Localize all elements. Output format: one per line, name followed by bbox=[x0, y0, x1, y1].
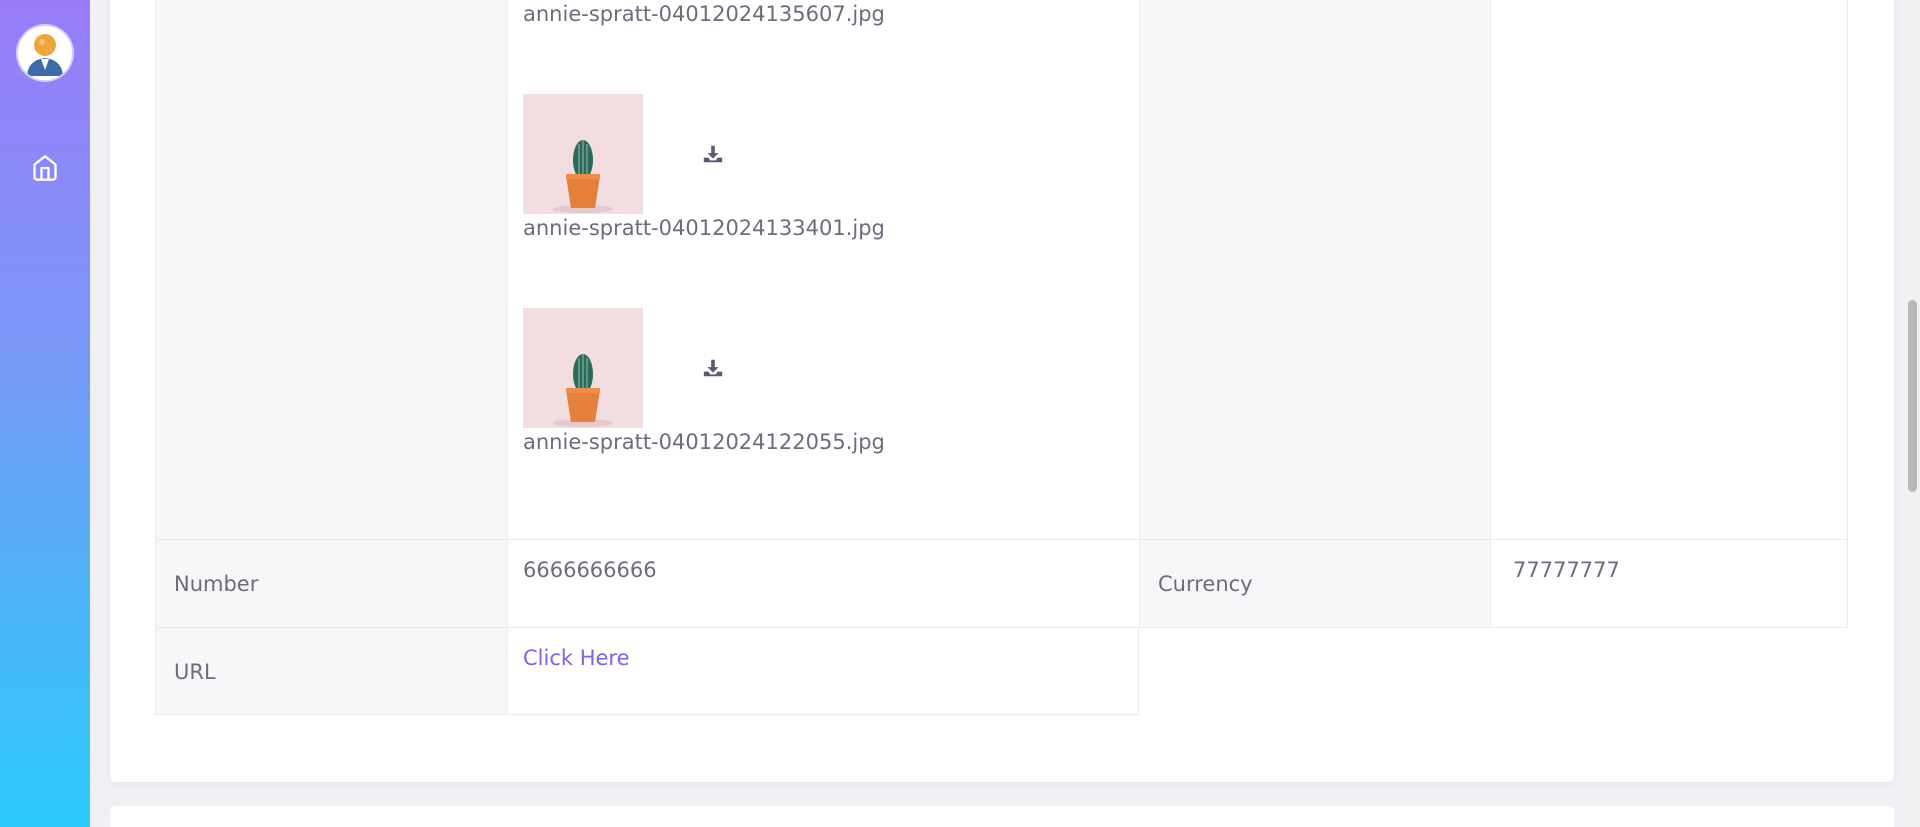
currency-label: Currency bbox=[1158, 572, 1253, 596]
attachment-filename: annie-spratt-04012024135607.jpg bbox=[523, 2, 885, 26]
scrollbar[interactable] bbox=[1904, 0, 1920, 827]
download-icon[interactable] bbox=[702, 143, 724, 165]
nav-home[interactable] bbox=[27, 150, 63, 186]
details-table: annie-spratt-04012024135607.jpg annie-sp… bbox=[155, 0, 1848, 715]
number-value-cell: 6666666666 bbox=[507, 540, 1139, 628]
next-card bbox=[110, 806, 1894, 827]
number-label: Number bbox=[174, 572, 259, 596]
currency-label-cell: Currency bbox=[1139, 540, 1490, 628]
user-avatar-icon bbox=[18, 26, 72, 80]
currency-value: 77777777 bbox=[1513, 558, 1620, 582]
url-link[interactable]: Click Here bbox=[523, 646, 630, 670]
url-value-cell: Click Here bbox=[507, 628, 1139, 715]
empty-label-cell bbox=[1139, 0, 1490, 540]
attachments-label-cell bbox=[155, 0, 507, 540]
currency-value-cell: 77777777 bbox=[1490, 540, 1848, 628]
attachments-value-cell bbox=[507, 0, 1139, 540]
scrollbar-thumb[interactable] bbox=[1908, 300, 1917, 492]
avatar[interactable] bbox=[18, 26, 72, 80]
attachment-filename: annie-spratt-04012024122055.jpg bbox=[523, 430, 885, 454]
sidebar bbox=[0, 0, 90, 827]
empty-value-cell bbox=[1490, 0, 1848, 540]
cactus-image bbox=[523, 308, 643, 428]
url-label: URL bbox=[174, 660, 216, 684]
attachment-thumbnail[interactable] bbox=[523, 94, 643, 214]
cactus-image bbox=[523, 94, 643, 214]
url-label-cell: URL bbox=[155, 628, 507, 715]
attachment-filename: annie-spratt-04012024133401.jpg bbox=[523, 216, 885, 240]
download-icon[interactable] bbox=[702, 357, 724, 379]
number-value: 6666666666 bbox=[523, 558, 657, 582]
number-label-cell: Number bbox=[155, 540, 507, 628]
home-icon bbox=[33, 155, 57, 181]
attachment-thumbnail[interactable] bbox=[523, 308, 643, 428]
